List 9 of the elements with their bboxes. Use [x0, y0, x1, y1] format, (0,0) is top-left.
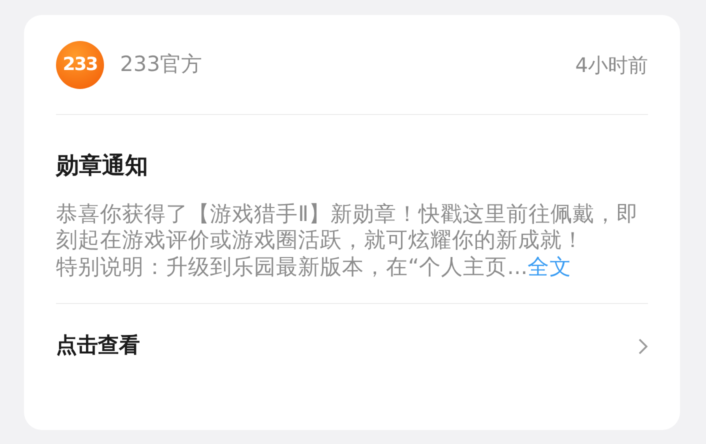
- post-time: 4小时前: [575, 52, 648, 78]
- sender-name: 233官方: [120, 50, 202, 78]
- notice-title: 勋章通知: [56, 152, 149, 181]
- notice-note: 特别说明：升级到乐园最新版本，在“个人主页...全文: [56, 254, 573, 281]
- chevron-right-icon: [638, 338, 648, 354]
- notice-text: 恭喜你获得了【游戏猎手Ⅱ】新勋章！快戳这里前往佩戴，即刻起在游戏评价或游戏圈活跃，就可炫耀你的新成就！: [56, 202, 640, 254]
- app-logo: 233: [56, 40, 104, 88]
- view-label: 点击查看: [56, 332, 140, 360]
- view-row[interactable]: 点击查看: [56, 303, 648, 388]
